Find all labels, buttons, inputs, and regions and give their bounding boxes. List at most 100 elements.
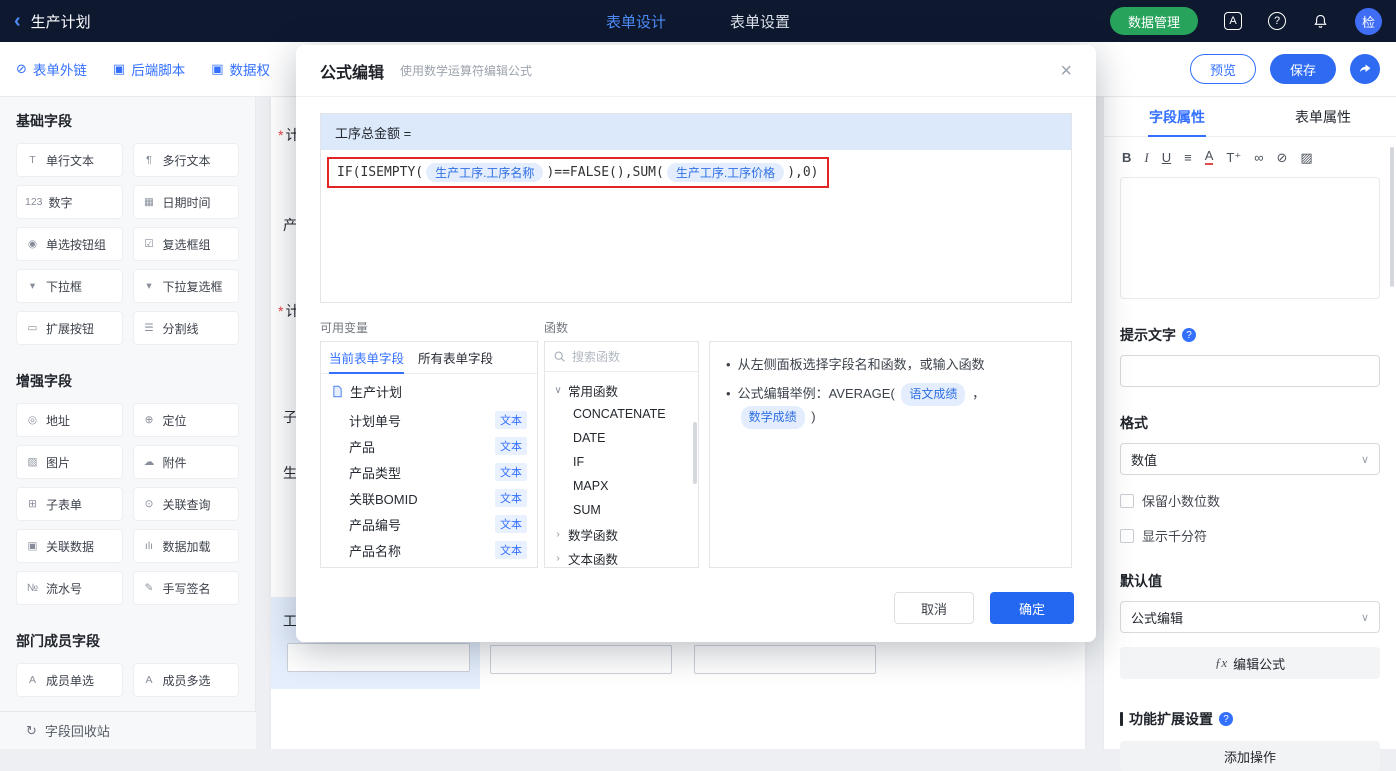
image-insert-icon[interactable]: ▨ xyxy=(1300,151,1312,164)
variable-row[interactable]: 关联BOMID 文本 xyxy=(331,485,527,511)
bold-icon[interactable]: B xyxy=(1122,151,1131,164)
unlink-icon[interactable]: ⊘ xyxy=(1276,151,1287,164)
default-value-select[interactable]: 公式编辑 ∨ xyxy=(1120,601,1380,633)
tab-all-form-fields[interactable]: 所有表单字段 xyxy=(418,342,493,373)
field-number[interactable]: 123 数字 xyxy=(16,185,123,219)
field-address[interactable]: ◎ 地址 xyxy=(16,403,123,437)
field-dropdown[interactable]: ▾ 下拉框 xyxy=(16,269,123,303)
field-multi-line-text[interactable]: ¶ 多行文本 xyxy=(132,143,239,177)
variable-row[interactable]: 产品 文本 xyxy=(331,433,527,459)
align-icon[interactable]: ≡ xyxy=(1184,151,1192,164)
save-button[interactable]: 保存 xyxy=(1270,54,1336,84)
field-divider[interactable]: ☰ 分割线 xyxy=(132,311,239,345)
panel-scrollbar[interactable] xyxy=(1390,147,1394,287)
function-list-scrollbar[interactable] xyxy=(693,422,697,484)
function-item-concatenate[interactable]: CONCATENATE xyxy=(545,402,698,426)
italic-icon[interactable]: I xyxy=(1144,151,1148,164)
edit-formula-button[interactable]: ƒx 编辑公式 xyxy=(1120,647,1380,679)
function-search[interactable] xyxy=(545,342,698,372)
field-serial-number[interactable]: № 流水号 xyxy=(16,571,123,605)
field-recycle-bin[interactable]: ↻ 字段回收站 xyxy=(0,711,256,749)
link-icon[interactable]: ∞ xyxy=(1254,151,1263,164)
data-manage-button[interactable]: 数据管理 xyxy=(1109,7,1198,35)
function-item-date[interactable]: DATE xyxy=(545,426,698,450)
keep-decimals-checkbox[interactable] xyxy=(1120,493,1134,508)
share-button[interactable] xyxy=(1350,54,1380,84)
image-icon: ▨ xyxy=(27,456,38,468)
data-permission-link[interactable]: ▣ 数据权 xyxy=(211,59,270,79)
function-item-if[interactable]: IF xyxy=(545,450,698,474)
bell-icon[interactable] xyxy=(1312,13,1329,30)
field-image[interactable]: ▨ 图片 xyxy=(16,445,123,479)
field-subform[interactable]: ⊞ 子表单 xyxy=(16,487,123,521)
close-icon[interactable]: × xyxy=(1060,61,1072,81)
function-group-math[interactable]: › 数学函数 xyxy=(545,522,698,546)
label-rich-text-area[interactable] xyxy=(1120,177,1380,299)
field-related-query[interactable]: ⊙ 关联查询 xyxy=(132,487,239,521)
field-dropdown-multi[interactable]: ▾ 下拉复选框 xyxy=(132,269,239,303)
function-search-input[interactable] xyxy=(572,349,690,364)
tab-form-design[interactable]: 表单设计 xyxy=(606,11,666,32)
function-group-text[interactable]: › 文本函数 xyxy=(545,546,698,567)
variable-row[interactable]: 产品名称 文本 xyxy=(331,537,527,563)
variable-row[interactable]: 产品编号 文本 xyxy=(331,511,527,537)
format-select[interactable]: 数值 ∨ xyxy=(1120,443,1380,475)
field-input[interactable] xyxy=(287,643,470,672)
form-external-link[interactable]: ⊘ 表单外链 xyxy=(16,59,87,79)
tab-form-properties[interactable]: 表单属性 xyxy=(1250,97,1396,136)
properties-tabs: 字段属性 表单属性 xyxy=(1104,97,1396,137)
font-size-icon[interactable]: T⁺ xyxy=(1226,151,1241,164)
language-icon[interactable]: A xyxy=(1224,12,1242,30)
fx-icon: ƒx xyxy=(1214,655,1228,670)
field-token-pill[interactable]: 生产工序.工序名称 xyxy=(426,163,544,182)
format-label: 格式 xyxy=(1120,415,1148,431)
field-datetime[interactable]: ▦ 日期时间 xyxy=(132,185,239,219)
field-signature[interactable]: ✎ 手写签名 xyxy=(132,571,239,605)
rich-text-toolbar: B I U ≡ A T⁺ ∞ ⊘ ▨ xyxy=(1104,137,1396,171)
thousand-separator-option[interactable]: 显示千分符 xyxy=(1120,526,1380,545)
field-input[interactable] xyxy=(694,645,876,674)
field-token-pill[interactable]: 生产工序.工序价格 xyxy=(666,163,785,182)
tab-current-form-fields[interactable]: 当前表单字段 xyxy=(329,342,405,374)
back-button[interactable]: ‹ xyxy=(14,11,21,31)
field-input[interactable] xyxy=(490,645,672,674)
function-item-sum[interactable]: SUM xyxy=(545,498,698,522)
field-member-single[interactable]: A 成员单选 xyxy=(16,663,123,697)
formula-input-area[interactable]: IF(ISEMPTY( 生产工序.工序名称 )==FALSE(),SUM( 生产… xyxy=(321,150,1071,302)
field-data-load[interactable]: ılı 数据加载 xyxy=(132,529,239,563)
function-item-mapx[interactable]: MAPX xyxy=(545,474,698,498)
add-action-button[interactable]: 添加操作 xyxy=(1120,741,1380,771)
field-radio-group[interactable]: ◉ 单选按钮组 xyxy=(16,227,123,261)
variable-row[interactable]: 产品类型 文本 xyxy=(331,459,527,485)
help-icon[interactable]: ? xyxy=(1268,12,1286,30)
cancel-button[interactable]: 取消 xyxy=(894,592,974,624)
font-color-icon[interactable]: A xyxy=(1204,149,1214,165)
tab-form-settings[interactable]: 表单设置 xyxy=(730,11,790,32)
field-type-badge: 文本 xyxy=(495,515,527,533)
field-single-line-text[interactable]: T 单行文本 xyxy=(16,143,123,177)
form-field-label-fragment: 产 xyxy=(283,217,297,233)
field-related-data[interactable]: ▣ 关联数据 xyxy=(16,529,123,563)
avatar[interactable]: 检 xyxy=(1355,7,1382,35)
hint-text-input[interactable] xyxy=(1120,355,1380,387)
thousand-separator-checkbox[interactable] xyxy=(1120,528,1134,543)
keep-decimals-option[interactable]: 保留小数位数 xyxy=(1120,491,1380,510)
confirm-button[interactable]: 确定 xyxy=(990,592,1074,624)
help-icon[interactable]: ? xyxy=(1182,328,1196,342)
field-checkbox-group[interactable]: ☑ 复选框组 xyxy=(132,227,239,261)
preview-button[interactable]: 预览 xyxy=(1190,54,1256,84)
field-extend-button[interactable]: ▭ 扩展按钮 xyxy=(16,311,123,345)
field-member-multi[interactable]: A 成员多选 xyxy=(132,663,239,697)
toolbar-link-label: 后端脚本 xyxy=(131,63,186,78)
tab-field-properties[interactable]: 字段属性 xyxy=(1104,97,1250,136)
function-group-common[interactable]: ∨ 常用函数 xyxy=(545,378,698,402)
share-arrow-icon xyxy=(1359,64,1370,72)
field-location[interactable]: ⊕ 定位 xyxy=(132,403,239,437)
field-palette-sidebar: 基础字段 T 单行文本 ¶ 多行文本 123 数字 ▦ 日期时间 ◉ 单选按钮组 ☑ 复选框… xyxy=(0,97,256,749)
variable-root-node[interactable]: 生产计划 xyxy=(331,382,527,401)
field-attachment[interactable]: ☁ 附件 xyxy=(132,445,239,479)
variable-row[interactable]: 计划单号 文本 xyxy=(331,407,527,433)
help-icon[interactable]: ? xyxy=(1219,712,1233,726)
backend-script-link[interactable]: ▣ 后端脚本 xyxy=(113,59,185,79)
underline-icon[interactable]: U xyxy=(1162,151,1171,164)
